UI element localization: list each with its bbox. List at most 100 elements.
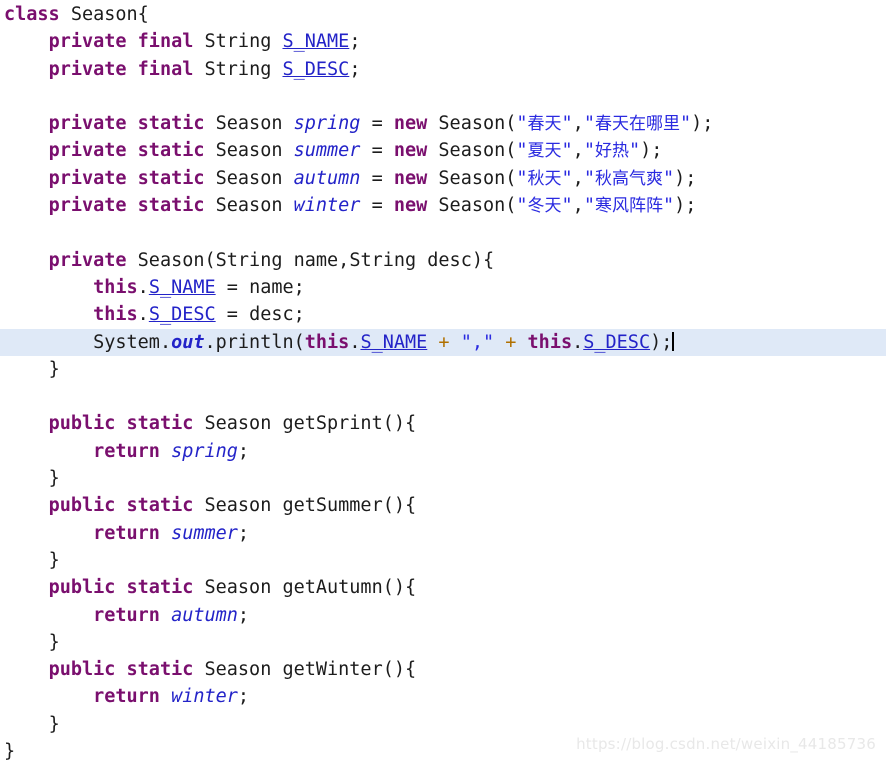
operator-assign: = xyxy=(371,167,383,189)
code-line-blank[interactable] xyxy=(0,383,886,410)
code-line-blank[interactable] xyxy=(0,83,886,110)
keyword-class: class xyxy=(4,4,60,25)
ident-system: System xyxy=(93,331,160,353)
code-line[interactable]: class Season{ xyxy=(0,1,886,28)
operator-assign: = xyxy=(371,113,383,135)
keyword-private: private xyxy=(48,249,127,271)
code-line[interactable]: private static Season autumn = new Seaso… xyxy=(0,165,886,192)
code-line[interactable]: } xyxy=(0,356,886,383)
method-get-autumn: getAutumn xyxy=(282,577,383,599)
code-line[interactable]: private Season(String name,String desc){ xyxy=(0,247,886,274)
keyword-return: return xyxy=(93,522,160,544)
type-name-season: Season xyxy=(70,4,138,25)
keyword-return: return xyxy=(93,604,160,626)
keyword-new: new xyxy=(393,167,428,189)
keyword-private: private xyxy=(48,140,127,162)
string-separator: , xyxy=(471,331,483,353)
type-name-string: String xyxy=(204,58,272,80)
param-name: name xyxy=(293,249,339,271)
keyword-this: this xyxy=(93,304,138,326)
type-name-season: Season xyxy=(204,659,272,681)
brace-close: } xyxy=(48,549,60,571)
code-line-current[interactable]: System.out.println(this.S_NAME + "," + t… xyxy=(0,328,886,356)
string-winter-name: 冬天 xyxy=(527,196,562,217)
method-get-sprint: getSprint xyxy=(282,413,383,435)
brace-close: } xyxy=(48,631,60,653)
code-line[interactable]: return autumn; xyxy=(0,602,886,629)
type-name-season: Season xyxy=(438,167,506,189)
keyword-static: static xyxy=(137,167,205,189)
brace-open: { xyxy=(137,4,149,25)
method-println: println xyxy=(215,331,294,353)
code-line[interactable]: return winter; xyxy=(0,683,886,710)
method-get-summer: getSummer xyxy=(282,495,383,517)
type-name-string: String xyxy=(349,249,417,271)
code-line[interactable]: private static Season winter = new Seaso… xyxy=(0,192,886,219)
keyword-static: static xyxy=(126,495,194,517)
code-line[interactable]: public static Season getAutumn(){ xyxy=(0,574,886,601)
keyword-private: private xyxy=(48,58,127,80)
type-name-season: Season xyxy=(215,167,283,189)
keyword-this: this xyxy=(527,331,573,353)
operator-assign: = xyxy=(371,195,383,217)
code-line[interactable]: } xyxy=(0,547,886,574)
code-line[interactable]: public static Season getWinter(){ xyxy=(0,656,886,683)
method-get-winter: getWinter xyxy=(282,659,383,681)
text-caret xyxy=(672,331,675,351)
code-editor[interactable]: class Season{ private final String S_NAM… xyxy=(0,0,886,767)
keyword-private: private xyxy=(48,113,127,135)
static-field-summer: summer xyxy=(171,522,238,544)
keyword-return: return xyxy=(93,686,160,708)
field-s-desc: S_DESC xyxy=(148,304,216,326)
code-line[interactable]: } xyxy=(0,629,886,656)
code-line[interactable]: private static Season summer = new Seaso… xyxy=(0,137,886,164)
type-name-season: Season xyxy=(438,195,506,217)
keyword-this: this xyxy=(93,276,138,298)
keyword-private: private xyxy=(48,195,127,217)
code-line[interactable]: return spring; xyxy=(0,438,886,465)
type-name-season: Season xyxy=(204,577,272,599)
keyword-public: public xyxy=(48,659,116,681)
string-spring-name: 春天 xyxy=(527,114,562,135)
keyword-new: new xyxy=(393,195,428,217)
type-name-season: Season xyxy=(204,495,272,517)
code-line[interactable]: this.S_DESC = desc; xyxy=(0,301,886,328)
brace-close: } xyxy=(48,713,60,735)
param-name: name xyxy=(249,276,294,298)
code-line[interactable]: return summer; xyxy=(0,520,886,547)
brace-close: } xyxy=(48,468,60,490)
code-line-blank[interactable] xyxy=(0,219,886,246)
code-text-area[interactable]: class Season{ private final String S_NAM… xyxy=(0,0,886,765)
type-name-string: String xyxy=(215,249,283,271)
static-field-out: out xyxy=(171,331,205,353)
keyword-new: new xyxy=(393,113,428,135)
code-line[interactable]: private final String S_NAME; xyxy=(0,28,886,55)
code-line[interactable]: } xyxy=(0,465,886,492)
keyword-static: static xyxy=(126,577,194,599)
static-field-autumn: autumn xyxy=(293,167,361,189)
field-s-desc: S_DESC xyxy=(583,331,651,353)
keyword-static: static xyxy=(137,140,205,162)
operator-plus: + xyxy=(505,331,517,353)
code-line[interactable]: public static Season getSprint(){ xyxy=(0,410,886,437)
static-field-spring: spring xyxy=(171,440,238,462)
keyword-private: private xyxy=(48,31,127,53)
type-name-season: Season xyxy=(215,140,283,162)
code-line[interactable]: this.S_NAME = name; xyxy=(0,274,886,301)
keyword-static: static xyxy=(137,113,205,135)
param-desc: desc xyxy=(427,249,472,271)
static-field-summer: summer xyxy=(293,140,361,162)
code-line[interactable]: } xyxy=(0,711,886,738)
field-s-name: S_NAME xyxy=(360,331,428,353)
string-autumn-desc: 秋高气爽 xyxy=(594,168,663,189)
static-field-autumn: autumn xyxy=(171,604,238,626)
code-line[interactable]: public static Season getSummer(){ xyxy=(0,492,886,519)
keyword-static: static xyxy=(126,659,194,681)
type-name-string: String xyxy=(204,31,272,53)
static-field-winter: winter xyxy=(171,686,238,708)
code-line[interactable]: private final String S_DESC; xyxy=(0,56,886,83)
keyword-public: public xyxy=(48,577,116,599)
code-line[interactable]: private static Season spring = new Seaso… xyxy=(0,110,886,137)
keyword-final: final xyxy=(137,31,194,53)
keyword-new: new xyxy=(393,140,428,162)
